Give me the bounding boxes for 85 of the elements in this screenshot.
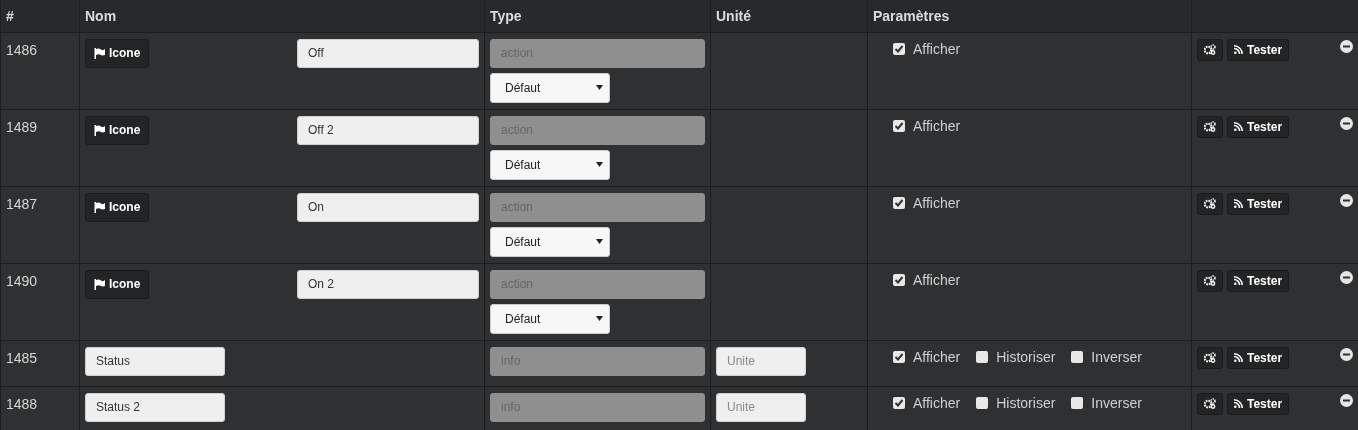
checkbox-label: Historiser (996, 348, 1056, 365)
settings-button[interactable] (1197, 38, 1223, 61)
icon-button[interactable]: Icone (85, 115, 150, 145)
remove-icon[interactable] (1340, 270, 1353, 284)
checkbox-label: Historiser (996, 394, 1056, 411)
id-text: 1489 (6, 118, 38, 135)
column-header: Paramètres (873, 7, 950, 24)
test-button[interactable]: Tester (1227, 38, 1290, 61)
name-field[interactable]: Status (85, 346, 225, 376)
id-text: 1490 (6, 272, 38, 289)
name-field[interactable]: On (297, 192, 479, 222)
checkbox[interactable] (893, 196, 905, 209)
rss-icon (1234, 45, 1243, 54)
checkbox[interactable] (893, 350, 905, 363)
name-field[interactable]: Off 2 (297, 115, 479, 145)
checkbox[interactable] (976, 350, 989, 363)
subtype-select[interactable]: Défaut (490, 226, 610, 257)
gears-icon (1204, 44, 1216, 55)
caret-icon (596, 85, 603, 90)
remove-icon[interactable] (1340, 393, 1353, 407)
gears-icon (1204, 198, 1216, 209)
test-button[interactable]: Tester (1227, 115, 1290, 138)
rss-icon (1234, 199, 1243, 208)
name-field[interactable]: Off (297, 38, 479, 68)
test-button[interactable]: Tester (1227, 346, 1290, 369)
test-button[interactable]: Tester (1227, 392, 1290, 415)
caret-icon (596, 316, 603, 321)
gears-icon (1204, 352, 1216, 363)
remove-icon[interactable] (1340, 347, 1353, 361)
name-field[interactable]: Status 2 (85, 392, 225, 422)
name-field[interactable]: On 2 (297, 269, 479, 299)
checkbox-label: Afficher (913, 271, 961, 288)
icon-button[interactable]: Icone (85, 192, 150, 222)
column-header: Unité (716, 7, 751, 24)
checkbox[interactable] (1071, 350, 1084, 363)
checkbox[interactable] (893, 273, 905, 286)
checkbox-label: Afficher (913, 394, 961, 411)
gears-icon (1204, 121, 1216, 132)
settings-button[interactable] (1197, 269, 1223, 292)
rss-icon (1234, 399, 1243, 408)
id-text: 1485 (6, 349, 38, 366)
unit-field[interactable]: Unite (716, 392, 806, 422)
icon-button[interactable]: Icone (85, 269, 150, 299)
checkbox[interactable] (893, 42, 905, 55)
rss-icon (1234, 122, 1243, 131)
column-header: Nom (85, 7, 117, 24)
flag-icon (94, 278, 105, 290)
id-text: 1486 (6, 41, 38, 58)
id-text: 1488 (6, 395, 38, 412)
checkbox-label: Afficher (913, 348, 961, 365)
checkbox[interactable] (976, 396, 989, 409)
checkbox-label: Afficher (913, 40, 961, 57)
column-header: Type (490, 7, 522, 24)
test-button[interactable]: Tester (1227, 269, 1290, 292)
caret-icon (596, 162, 603, 167)
remove-icon[interactable] (1340, 39, 1353, 53)
checkbox-label: Inverser (1091, 394, 1142, 411)
id-text: 1487 (6, 195, 38, 212)
settings-button[interactable] (1197, 115, 1223, 138)
remove-icon[interactable] (1340, 116, 1353, 130)
unit-field[interactable]: Unite (716, 346, 806, 376)
flag-icon (94, 47, 105, 59)
rss-icon (1234, 353, 1243, 362)
settings-button[interactable] (1197, 392, 1223, 415)
flag-icon (94, 201, 105, 213)
caret-icon (596, 239, 603, 244)
icon-button[interactable]: Icone (85, 38, 150, 68)
settings-button[interactable] (1197, 192, 1223, 215)
gears-icon (1204, 398, 1216, 409)
gears-icon (1204, 275, 1216, 286)
remove-icon[interactable] (1340, 193, 1353, 207)
subtype-select[interactable]: Défaut (490, 303, 610, 334)
rss-icon (1234, 276, 1243, 285)
column-header: # (6, 7, 14, 24)
checkbox[interactable] (1071, 396, 1084, 409)
subtype-select[interactable]: Défaut (490, 72, 610, 103)
checkbox-label: Afficher (913, 194, 961, 211)
checkbox[interactable] (893, 119, 905, 132)
checkbox-label: Inverser (1091, 348, 1142, 365)
subtype-select[interactable]: Défaut (490, 149, 610, 180)
settings-button[interactable] (1197, 346, 1223, 369)
checkbox-label: Afficher (913, 117, 961, 134)
test-button[interactable]: Tester (1227, 192, 1290, 215)
flag-icon (94, 124, 105, 136)
checkbox[interactable] (893, 396, 905, 409)
